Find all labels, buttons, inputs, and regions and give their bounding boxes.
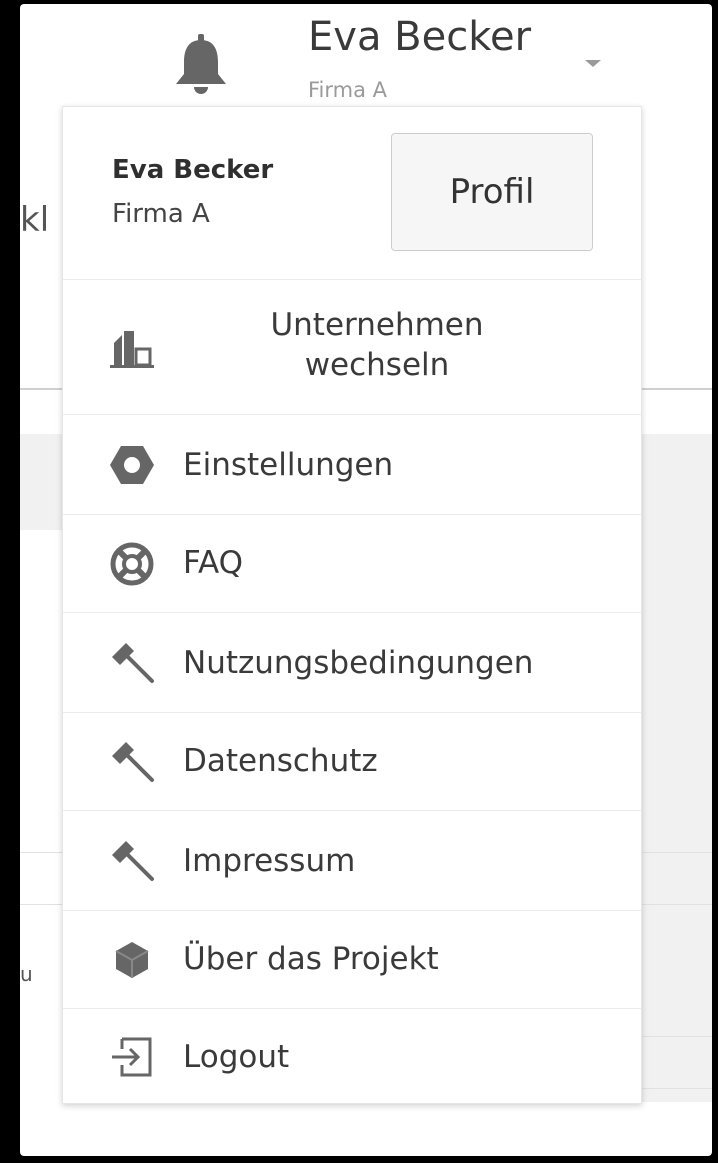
bell-icon[interactable] <box>172 34 230 94</box>
menu-item-faq[interactable]: FAQ <box>63 515 641 613</box>
menu-item-label: Nutzungsbedingungen <box>183 645 534 681</box>
chevron-down-icon[interactable] <box>585 60 601 67</box>
background-text-fragment: u <box>20 962 33 986</box>
menu-item-label: Impressum <box>183 843 356 879</box>
background-panel <box>20 434 62 530</box>
logout-icon <box>112 1037 152 1077</box>
user-dropdown-menu: Eva Becker Firma A Profil Unternehmen we… <box>62 106 642 1104</box>
menu-item-label: Logout <box>183 1039 290 1075</box>
gavel-icon <box>112 841 154 881</box>
background-panel-right <box>642 434 712 1102</box>
menu-item-label: Einstellungen <box>183 447 394 483</box>
background-text-fragment: kl <box>20 200 50 240</box>
user-card-name: Eva Becker <box>112 155 274 185</box>
background-rule <box>642 1088 712 1089</box>
user-menu-name[interactable]: Eva Becker <box>308 14 531 60</box>
menu-item-label: Datenschutz <box>183 743 378 779</box>
menu-item-logout[interactable]: Logout <box>63 1009 641 1103</box>
menu-item-label: FAQ <box>183 545 244 581</box>
cube-icon <box>115 942 149 978</box>
lifebuoy-icon <box>110 542 154 586</box>
menu-item-switch-company[interactable]: Unternehmen wechseln <box>63 279 641 415</box>
building-icon <box>110 331 154 368</box>
menu-item-settings[interactable]: Einstellungen <box>63 415 641 515</box>
menu-item-terms[interactable]: Nutzungsbedingungen <box>63 613 641 713</box>
app-window: kl u Eva Becker Firma A Eva Becker Firma… <box>20 4 712 1156</box>
menu-item-label: Über das Projekt <box>183 941 439 977</box>
user-card-org: Firma A <box>112 199 210 229</box>
background-rule <box>642 1036 712 1037</box>
gavel-icon <box>112 742 154 782</box>
menu-item-imprint[interactable]: Impressum <box>63 811 641 911</box>
profile-button[interactable]: Profil <box>391 133 593 251</box>
user-card: Eva Becker Firma A Profil <box>63 107 641 280</box>
menu-item-label: Unternehmen wechseln <box>270 307 484 383</box>
menu-item-privacy[interactable]: Datenschutz <box>63 713 641 811</box>
gavel-icon <box>112 643 154 683</box>
menu-item-about[interactable]: Über das Projekt <box>63 911 641 1009</box>
user-menu-org[interactable]: Firma A <box>308 78 387 102</box>
hexagon-icon <box>110 446 154 484</box>
